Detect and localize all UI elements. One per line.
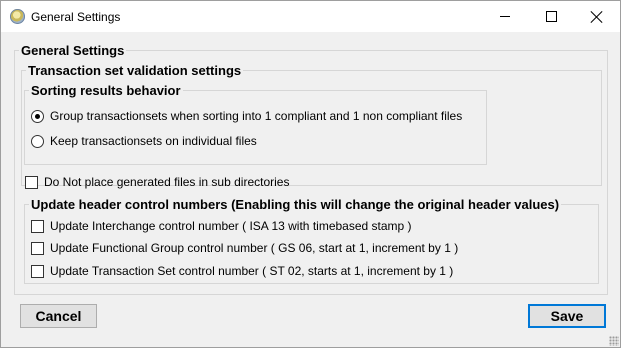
no-subdirectories-label: Do Not place generated files in sub dire… [44, 175, 290, 189]
title-bar[interactable]: General Settings [1, 1, 620, 32]
general-settings-legend: General Settings [21, 43, 125, 58]
group-transactionsets-radio[interactable] [31, 109, 44, 123]
maximize-icon [545, 11, 557, 22]
group-transactionsets-label: Group transactionsets when sorting into … [50, 109, 463, 123]
header-control-legend: Update header control numbers (Enabling … [31, 197, 560, 212]
save-button[interactable]: Save [528, 304, 606, 328]
transaction-set-control-label: Update Transaction Set control number ( … [50, 264, 454, 278]
sorting-behavior-legend: Sorting results behavior [31, 83, 181, 98]
interchange-control-checkbox[interactable] [31, 219, 44, 233]
sorting-behavior-group: Sorting results behavior [24, 84, 487, 165]
window-title: General Settings [31, 10, 121, 24]
keep-individual-label: Keep transactionsets on individual files [50, 134, 257, 148]
close-icon [591, 11, 603, 23]
settings-app-icon [10, 9, 25, 24]
functional-group-control-option[interactable]: Update Functional Group control number (… [31, 241, 458, 255]
close-button[interactable] [574, 1, 620, 32]
group-transactionsets-option[interactable]: Group transactionsets when sorting into … [31, 109, 462, 123]
functional-group-control-checkbox[interactable] [31, 241, 44, 255]
interchange-control-label: Update Interchange control number ( ISA … [50, 219, 412, 233]
functional-group-control-label: Update Functional Group control number (… [50, 241, 459, 255]
no-subdirectories-option[interactable]: Do Not place generated files in sub dire… [25, 175, 289, 189]
maximize-button[interactable] [528, 1, 574, 32]
minimize-icon [500, 16, 510, 17]
no-subdirectories-checkbox[interactable] [25, 175, 38, 189]
keep-individual-radio[interactable] [31, 134, 44, 148]
keep-individual-option[interactable]: Keep transactionsets on individual files [31, 134, 257, 148]
interchange-control-option[interactable]: Update Interchange control number ( ISA … [31, 219, 412, 233]
cancel-button[interactable]: Cancel [20, 304, 97, 328]
transaction-validation-legend: Transaction set validation settings [28, 63, 242, 78]
transaction-set-control-option[interactable]: Update Transaction Set control number ( … [31, 264, 453, 278]
minimize-button[interactable] [482, 1, 528, 32]
resize-grip[interactable] [609, 336, 619, 346]
transaction-set-control-checkbox[interactable] [31, 264, 44, 278]
